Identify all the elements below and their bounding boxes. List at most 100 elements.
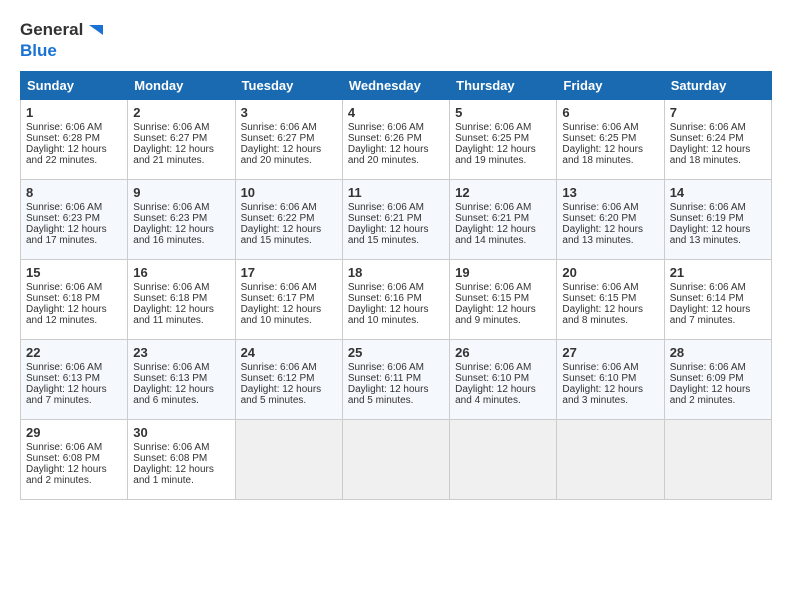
cell-line: and 10 minutes. (241, 315, 337, 326)
day-number: 29 (26, 425, 122, 440)
cell-line: Daylight: 12 hours (670, 224, 766, 235)
day-number: 30 (133, 425, 229, 440)
calendar-cell: 13Sunrise: 6:06 AMSunset: 6:20 PMDayligh… (557, 180, 664, 260)
calendar-cell: 18Sunrise: 6:06 AMSunset: 6:16 PMDayligh… (342, 260, 449, 340)
cell-line: Sunset: 6:11 PM (348, 373, 444, 384)
cell-line: Daylight: 12 hours (348, 224, 444, 235)
cell-line: Sunset: 6:23 PM (26, 213, 122, 224)
day-number: 12 (455, 185, 551, 200)
cell-line: and 4 minutes. (455, 395, 551, 406)
cell-line: Sunrise: 6:06 AM (241, 282, 337, 293)
cell-line: Sunrise: 6:06 AM (26, 202, 122, 213)
cell-line: Sunset: 6:25 PM (562, 133, 658, 144)
calendar-cell (450, 420, 557, 500)
cell-line: Daylight: 12 hours (133, 464, 229, 475)
cell-line: Daylight: 12 hours (562, 384, 658, 395)
day-number: 8 (26, 185, 122, 200)
cell-line: Sunset: 6:09 PM (670, 373, 766, 384)
cell-line: Sunrise: 6:06 AM (241, 202, 337, 213)
day-number: 2 (133, 105, 229, 120)
cell-line: Sunset: 6:25 PM (455, 133, 551, 144)
cell-line: and 12 minutes. (26, 315, 122, 326)
cell-line: Daylight: 12 hours (455, 224, 551, 235)
cell-line: Sunrise: 6:06 AM (26, 122, 122, 133)
cell-line: Sunset: 6:18 PM (26, 293, 122, 304)
cell-line: Daylight: 12 hours (348, 144, 444, 155)
day-number: 16 (133, 265, 229, 280)
cell-line: Sunrise: 6:06 AM (455, 282, 551, 293)
cell-line: Daylight: 12 hours (133, 304, 229, 315)
cell-line: Sunrise: 6:06 AM (348, 282, 444, 293)
cell-line: and 5 minutes. (241, 395, 337, 406)
day-number: 18 (348, 265, 444, 280)
cell-line: Daylight: 12 hours (348, 384, 444, 395)
day-number: 9 (133, 185, 229, 200)
cell-line: Sunrise: 6:06 AM (348, 202, 444, 213)
calendar-cell: 16Sunrise: 6:06 AMSunset: 6:18 PMDayligh… (128, 260, 235, 340)
calendar-cell (557, 420, 664, 500)
cell-line: Sunrise: 6:06 AM (348, 122, 444, 133)
cell-line: Sunrise: 6:06 AM (455, 362, 551, 373)
cell-line: and 9 minutes. (455, 315, 551, 326)
calendar-week-row: 15Sunrise: 6:06 AMSunset: 6:18 PMDayligh… (21, 260, 772, 340)
calendar-cell: 4Sunrise: 6:06 AMSunset: 6:26 PMDaylight… (342, 100, 449, 180)
calendar-cell: 6Sunrise: 6:06 AMSunset: 6:25 PMDaylight… (557, 100, 664, 180)
cell-line: Sunset: 6:23 PM (133, 213, 229, 224)
calendar-cell: 15Sunrise: 6:06 AMSunset: 6:18 PMDayligh… (21, 260, 128, 340)
weekday-header: Tuesday (235, 72, 342, 100)
day-number: 11 (348, 185, 444, 200)
calendar-cell: 7Sunrise: 6:06 AMSunset: 6:24 PMDaylight… (664, 100, 771, 180)
calendar-cell: 5Sunrise: 6:06 AMSunset: 6:25 PMDaylight… (450, 100, 557, 180)
calendar-cell: 11 Sunrise: 6:06 AMSunset: 6:21 PMDayligh… (342, 180, 449, 260)
cell-line: Sunset: 6:24 PM (670, 133, 766, 144)
cell-line: Sunrise: 6:06 AM (348, 362, 444, 373)
calendar-cell: 2Sunrise: 6:06 AMSunset: 6:27 PMDaylight… (128, 100, 235, 180)
cell-line: Sunrise: 6:06 AM (133, 122, 229, 133)
cell-line: and 2 minutes. (26, 475, 122, 486)
calendar-cell: 26Sunrise: 6:06 AMSunset: 6:10 PMDayligh… (450, 340, 557, 420)
day-number: 5 (455, 105, 551, 120)
cell-line: Sunset: 6:15 PM (455, 293, 551, 304)
weekday-header: Friday (557, 72, 664, 100)
cell-line: and 2 minutes. (670, 395, 766, 406)
calendar-cell: 1Sunrise: 6:06 AMSunset: 6:28 PMDaylight… (21, 100, 128, 180)
cell-line: Sunrise: 6:06 AM (670, 202, 766, 213)
calendar-cell: 21Sunrise: 6:06 AMSunset: 6:14 PMDayligh… (664, 260, 771, 340)
calendar-cell: 20Sunrise: 6:06 AMSunset: 6:15 PMDayligh… (557, 260, 664, 340)
calendar-cell: 14Sunrise: 6:06 AMSunset: 6:19 PMDayligh… (664, 180, 771, 260)
cell-line: and 21 minutes. (133, 155, 229, 166)
cell-line: Sunrise: 6:06 AM (26, 362, 122, 373)
cell-line: Sunset: 6:08 PM (26, 453, 122, 464)
cell-line: Daylight: 12 hours (26, 224, 122, 235)
cell-line: Sunrise: 6:06 AM (670, 282, 766, 293)
page-header: General Blue (20, 20, 772, 61)
cell-line: Daylight: 12 hours (133, 144, 229, 155)
cell-line: Sunset: 6:10 PM (562, 373, 658, 384)
cell-line: Sunset: 6:18 PM (133, 293, 229, 304)
cell-line: Sunset: 6:22 PM (241, 213, 337, 224)
calendar-cell: 19Sunrise: 6:06 AMSunset: 6:15 PMDayligh… (450, 260, 557, 340)
calendar-cell: 25Sunrise: 6:06 AMSunset: 6:11 PMDayligh… (342, 340, 449, 420)
cell-line: Daylight: 12 hours (670, 384, 766, 395)
cell-line: Sunset: 6:16 PM (348, 293, 444, 304)
cell-line: Sunrise: 6:06 AM (26, 282, 122, 293)
cell-line: Sunrise: 6:06 AM (455, 202, 551, 213)
cell-line: and 13 minutes. (670, 235, 766, 246)
calendar-week-row: 8Sunrise: 6:06 AMSunset: 6:23 PMDaylight… (21, 180, 772, 260)
day-number: 4 (348, 105, 444, 120)
cell-line: Sunset: 6:19 PM (670, 213, 766, 224)
day-number: 1 (26, 105, 122, 120)
cell-line: Sunrise: 6:06 AM (670, 122, 766, 133)
cell-line: and 17 minutes. (26, 235, 122, 246)
calendar-cell (664, 420, 771, 500)
cell-line: Sunrise: 6:06 AM (241, 362, 337, 373)
cell-line: Daylight: 12 hours (455, 384, 551, 395)
cell-line: and 10 minutes. (348, 315, 444, 326)
cell-line: Sunset: 6:21 PM (348, 213, 444, 224)
cell-line: Sunset: 6:13 PM (26, 373, 122, 384)
cell-line: Sunset: 6:13 PM (133, 373, 229, 384)
calendar-cell: 3Sunrise: 6:06 AMSunset: 6:27 PMDaylight… (235, 100, 342, 180)
cell-line: and 11 minutes. (133, 315, 229, 326)
cell-line: and 14 minutes. (455, 235, 551, 246)
cell-line: Daylight: 12 hours (26, 464, 122, 475)
